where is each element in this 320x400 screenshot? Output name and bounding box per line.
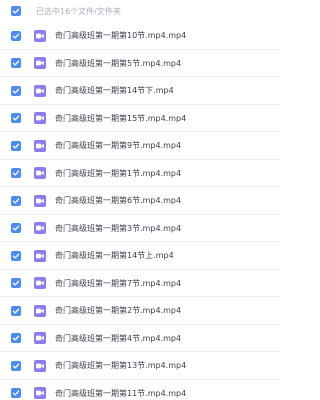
- file-name: 奇门高级班第一期第6节.mp4.mp4: [55, 196, 182, 206]
- file-row[interactable]: 奇门高级班第一期第9节.mp4.mp4: [0, 132, 280, 160]
- checkmark-icon: [12, 198, 20, 204]
- file-row[interactable]: 奇门高级班第一期第10节.mp4.mp4: [0, 22, 280, 50]
- file-checkbox[interactable]: [11, 195, 21, 206]
- checkmark-icon: [12, 390, 20, 396]
- video-file-icon: [34, 277, 46, 290]
- file-name: 奇门高级班第一期第1节.mp4.mp4: [55, 168, 182, 178]
- video-camera-icon: [36, 225, 44, 231]
- file-row[interactable]: 奇门高级班第一期第3节.mp4.mp4: [0, 215, 280, 243]
- file-name: 奇门高级班第一期第5节.mp4.mp4: [55, 58, 182, 68]
- file-row[interactable]: 奇门高级班第一期第15节.mp4.mp4: [0, 105, 280, 133]
- file-checkbox[interactable]: [11, 168, 21, 179]
- file-name: 奇门高级班第一期第4节.mp4.mp4: [55, 333, 182, 343]
- video-file-icon: [34, 139, 46, 152]
- video-camera-icon: [36, 33, 44, 39]
- select-all-checkbox[interactable]: [11, 6, 21, 16]
- file-row[interactable]: 奇门高级班第一期第11节.mp4.mp4: [0, 380, 280, 400]
- checkmark-icon: [12, 33, 20, 39]
- video-camera-icon: [36, 308, 44, 314]
- video-camera-icon: [36, 143, 44, 149]
- video-file-icon: [34, 332, 46, 345]
- file-name: 奇门高级班第一期第14节上.mp4: [55, 251, 174, 261]
- checkmark-icon: [12, 363, 20, 369]
- video-camera-icon: [36, 390, 44, 396]
- checkmark-icon: [12, 253, 20, 259]
- file-checkbox[interactable]: [11, 333, 21, 344]
- file-name: 奇门高级班第一期第10节.mp4.mp4: [55, 31, 187, 41]
- file-checkbox[interactable]: [11, 140, 21, 151]
- file-checkbox[interactable]: [11, 58, 21, 69]
- file-row[interactable]: 奇门高级班第一期第7节.mp4.mp4: [0, 270, 280, 298]
- file-row[interactable]: 奇门高级班第一期第14节上.mp4: [0, 242, 280, 270]
- file-checkbox[interactable]: [11, 30, 21, 41]
- file-checkbox[interactable]: [11, 223, 21, 234]
- video-camera-icon: [36, 115, 44, 121]
- video-file-icon: [34, 84, 46, 97]
- file-selection-panel: 已选中16个文件/文件夹 奇门高级班第一期第10节.mp4.mp4 奇门高级班第一…: [0, 0, 280, 400]
- file-checkbox[interactable]: [11, 250, 21, 261]
- video-camera-icon: [36, 363, 44, 369]
- video-file-icon: [34, 112, 46, 125]
- selection-count-text: 已选中16个文件/文件夹: [36, 6, 121, 16]
- video-file-icon: [34, 57, 46, 70]
- file-name: 奇门高级班第一期第7节.mp4.mp4: [55, 278, 182, 288]
- video-camera-icon: [36, 88, 44, 94]
- file-checkbox[interactable]: [11, 388, 21, 399]
- video-file-icon: [34, 29, 46, 42]
- file-row[interactable]: 奇门高级班第一期第6节.mp4.mp4: [0, 187, 280, 215]
- file-checkbox[interactable]: [11, 113, 21, 124]
- file-row[interactable]: 奇门高级班第一期第5节.mp4.mp4: [0, 50, 280, 78]
- file-name: 奇门高级班第一期第11节.mp4.mp4: [55, 388, 187, 398]
- file-row[interactable]: 奇门高级班第一期第1节.mp4.mp4: [0, 160, 280, 188]
- checkmark-icon: [12, 308, 20, 314]
- checkmark-icon: [12, 335, 20, 341]
- video-camera-icon: [36, 335, 44, 341]
- video-file-icon: [34, 194, 46, 207]
- video-camera-icon: [36, 280, 44, 286]
- video-camera-icon: [36, 170, 44, 176]
- checkmark-icon: [12, 170, 20, 176]
- file-row[interactable]: 奇门高级班第一期第2节.mp4.mp4: [0, 297, 280, 325]
- video-camera-icon: [36, 60, 44, 66]
- checkmark-icon: [12, 115, 20, 121]
- file-row[interactable]: 奇门高级班第一期第14节下.mp4: [0, 77, 280, 105]
- video-camera-icon: [36, 198, 44, 204]
- checkmark-icon: [12, 60, 20, 66]
- video-file-icon: [34, 222, 46, 235]
- file-checkbox[interactable]: [11, 305, 21, 316]
- file-checkbox[interactable]: [11, 360, 21, 371]
- video-file-icon: [34, 387, 46, 400]
- file-row[interactable]: 奇门高级班第一期第13节.mp4.mp4: [0, 352, 280, 380]
- video-file-icon: [34, 304, 46, 317]
- file-checkbox[interactable]: [11, 278, 21, 289]
- video-file-icon: [34, 249, 46, 262]
- file-name: 奇门高级班第一期第2节.mp4.mp4: [55, 306, 182, 316]
- checkmark-icon: [12, 143, 20, 149]
- file-list: 奇门高级班第一期第10节.mp4.mp4 奇门高级班第一期第5节.mp4.mp4 奇…: [0, 22, 280, 400]
- file-name: 奇门高级班第一期第13节.mp4.mp4: [55, 361, 187, 371]
- checkmark-icon: [12, 225, 20, 231]
- checkmark-icon: [12, 280, 20, 286]
- selection-header: 已选中16个文件/文件夹: [0, 0, 280, 22]
- checkmark-icon: [12, 8, 20, 14]
- video-file-icon: [34, 167, 46, 180]
- file-row[interactable]: 奇门高级班第一期第4节.mp4.mp4: [0, 325, 280, 353]
- file-name: 奇门高级班第一期第3节.mp4.mp4: [55, 223, 182, 233]
- checkmark-icon: [12, 88, 20, 94]
- file-name: 奇门高级班第一期第9节.mp4.mp4: [55, 141, 182, 151]
- file-name: 奇门高级班第一期第14节下.mp4: [55, 86, 174, 96]
- file-checkbox[interactable]: [11, 85, 21, 96]
- video-file-icon: [34, 359, 46, 372]
- video-camera-icon: [36, 253, 44, 259]
- file-name: 奇门高级班第一期第15节.mp4.mp4: [55, 113, 187, 123]
